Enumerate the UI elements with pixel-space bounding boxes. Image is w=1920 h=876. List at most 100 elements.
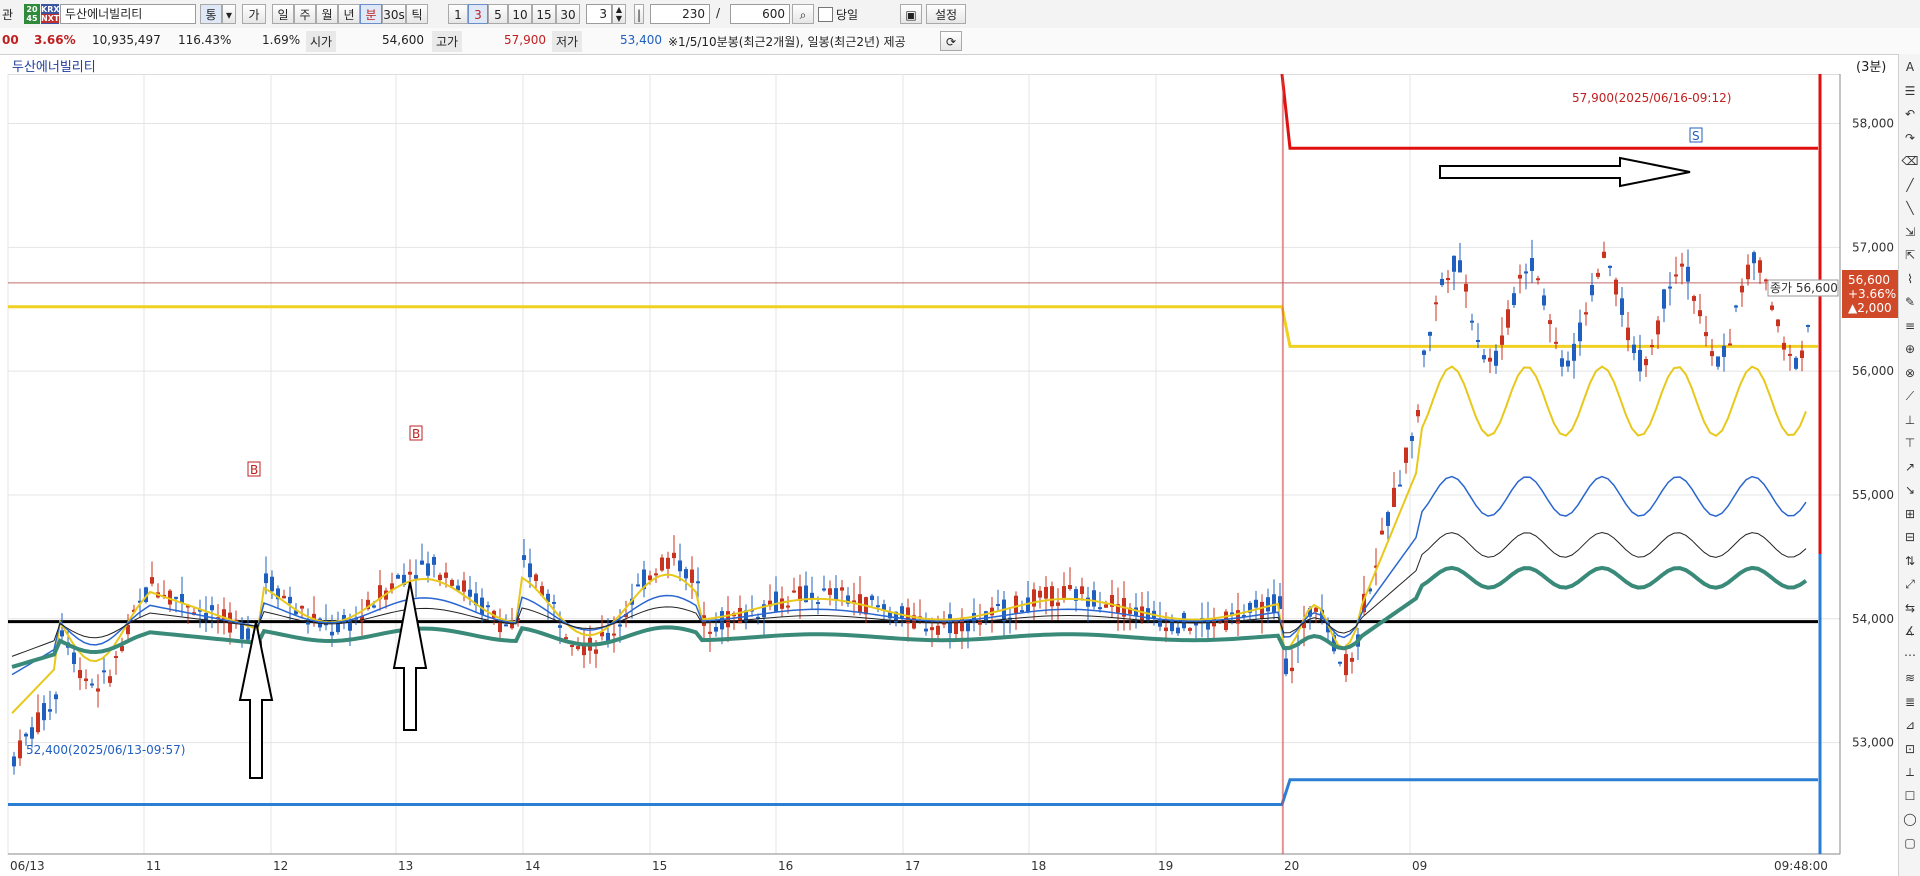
- count-input[interactable]: 3: [586, 4, 612, 24]
- minute-option-10[interactable]: 10: [508, 4, 532, 24]
- drawing-tool-icon-9[interactable]: ⌇: [1901, 270, 1919, 288]
- today-checkbox[interactable]: [818, 7, 833, 22]
- drawing-tool-icon-12[interactable]: ⊕: [1901, 340, 1919, 358]
- candle-body-8: [60, 630, 64, 637]
- drawing-tool-icon-32[interactable]: ◯: [1901, 810, 1919, 828]
- drawing-tool-icon-8[interactable]: ⇱: [1901, 246, 1919, 264]
- candle-body-238: [1440, 278, 1444, 286]
- plot-area: [7, 74, 1841, 855]
- candle-body-240: [1452, 255, 1456, 272]
- divider-button[interactable]: |: [634, 4, 644, 24]
- candle-body-286: [1728, 343, 1732, 346]
- drawing-tool-icon-30[interactable]: ⟂: [1901, 763, 1919, 781]
- drawing-tool-icon-26[interactable]: ≋: [1901, 669, 1919, 687]
- drawing-tool-icon-24[interactable]: ∡: [1901, 622, 1919, 640]
- drawing-tool-icon-33[interactable]: ▢: [1901, 834, 1919, 852]
- candle-body-296: [1788, 353, 1792, 356]
- x-tick-label-6: 16: [778, 859, 793, 873]
- drawing-tool-icon-7[interactable]: ⇲: [1901, 223, 1919, 241]
- candle-body-279: [1686, 266, 1690, 282]
- period-tab-3[interactable]: 년: [338, 4, 360, 24]
- spin-up-icon: ▲: [615, 5, 623, 14]
- period-tab-6[interactable]: 틱: [406, 4, 428, 24]
- drawing-tool-icon-2[interactable]: ↶: [1901, 105, 1919, 123]
- refresh-button[interactable]: ⟳: [940, 31, 962, 51]
- open-label: 시가: [306, 31, 337, 52]
- mode-dropdown-button[interactable]: ▾: [222, 4, 236, 24]
- candle-body-100: [612, 633, 616, 636]
- range-end-input[interactable]: 600: [730, 4, 790, 24]
- candle-body-82: [504, 624, 508, 627]
- period-tab-0[interactable]: 일: [272, 4, 294, 24]
- candle-body-293: [1770, 305, 1774, 310]
- drawing-tool-icon-28[interactable]: ⊿: [1901, 716, 1919, 734]
- drawing-tool-icon-17[interactable]: ↗: [1901, 458, 1919, 476]
- drawing-tool-icon-6[interactable]: ╲: [1901, 199, 1919, 217]
- drawing-tool-icon-23[interactable]: ⇆: [1901, 599, 1919, 617]
- save-button[interactable]: ▣: [900, 4, 922, 24]
- candle-body-173: [1050, 586, 1054, 607]
- candle-body-45: [282, 595, 286, 599]
- change-pct: 3.66%: [34, 33, 76, 47]
- candle-body-233: [1410, 435, 1414, 442]
- candle-body-217: [1314, 607, 1318, 612]
- minute-option-5[interactable]: 5: [488, 4, 508, 24]
- drawing-tool-icon-11[interactable]: ≡: [1901, 317, 1919, 335]
- minute-option-30[interactable]: 30: [556, 4, 580, 24]
- candle-body-236: [1428, 331, 1432, 336]
- drawing-tool-icon-20[interactable]: ⊟: [1901, 528, 1919, 546]
- drawing-tool-icon-5[interactable]: ╱: [1901, 176, 1919, 194]
- drawing-tool-icon-27[interactable]: ≣: [1901, 693, 1919, 711]
- zoom-search-button[interactable]: ⌕: [792, 4, 814, 24]
- settings-button[interactable]: 설정: [926, 4, 966, 24]
- buy-marker-2: B: [412, 427, 420, 441]
- mode-button[interactable]: 통: [200, 4, 222, 24]
- exchange-badge[interactable]: KRX NXT: [41, 4, 60, 24]
- candle-body-64: [396, 574, 400, 579]
- candle-body-276: [1668, 286, 1672, 289]
- minute-option-3[interactable]: 3: [468, 4, 488, 24]
- drawing-tool-icon-13[interactable]: ⊗: [1901, 364, 1919, 382]
- drawing-tool-icon-22[interactable]: ⤢: [1901, 575, 1919, 593]
- period-tab-1[interactable]: 주: [294, 4, 316, 24]
- period-tab-4[interactable]: 분: [360, 4, 382, 24]
- candle-body-104: [636, 584, 640, 587]
- drawing-tool-icon-0[interactable]: A: [1901, 58, 1919, 76]
- drawing-tool-icon-15[interactable]: ⊥: [1901, 411, 1919, 429]
- price-chart[interactable]: 58,000 57,000 56,000 55,000 54,000 53,000 06/1…: [0, 74, 1898, 876]
- stock-name-input[interactable]: 두산에너빌리티: [60, 4, 196, 24]
- candle-body-11: [78, 670, 82, 679]
- candle-body-193: [1170, 619, 1174, 632]
- drawing-tool-icon-25[interactable]: ⋯: [1901, 646, 1919, 664]
- count-spinner[interactable]: ▲ ▼: [612, 4, 626, 24]
- candle-body-94: [576, 646, 580, 650]
- range-start-input[interactable]: 230: [650, 4, 710, 24]
- candle-body-188: [1140, 606, 1144, 622]
- period-tab-2[interactable]: 월: [316, 4, 338, 24]
- drawing-tool-icon-14[interactable]: ⟋: [1901, 387, 1919, 405]
- minute-option-15[interactable]: 15: [532, 4, 556, 24]
- drawing-tool-icon-18[interactable]: ↘: [1901, 481, 1919, 499]
- drawing-tool-icon-4[interactable]: ⌫: [1901, 152, 1919, 170]
- drawing-tool-icon-3[interactable]: ↷: [1901, 129, 1919, 147]
- drawing-tool-icon-10[interactable]: ✎: [1901, 293, 1919, 311]
- drawing-tool-icon-21[interactable]: ⇅: [1901, 552, 1919, 570]
- candle-body-241: [1458, 260, 1462, 273]
- drawing-tool-icon-16[interactable]: ⊤: [1901, 434, 1919, 452]
- candle-body-282: [1704, 332, 1708, 337]
- minute-option-1[interactable]: 1: [448, 4, 468, 24]
- candle-body-169: [1026, 597, 1030, 613]
- candle-body-192: [1164, 627, 1168, 632]
- period-tab-5[interactable]: 30s: [382, 4, 406, 24]
- drawing-tool-icon-1[interactable]: ☰: [1901, 82, 1919, 100]
- price-button[interactable]: 가: [242, 4, 266, 24]
- drawing-tool-icon-29[interactable]: ⊡: [1901, 740, 1919, 758]
- candle-body-259: [1566, 360, 1570, 367]
- drawing-tool-icon-31[interactable]: ☐: [1901, 787, 1919, 805]
- today-checkbox-label: 당일: [836, 8, 859, 22]
- candle-body-246: [1488, 357, 1492, 362]
- market-badge[interactable]: 20 45: [24, 4, 40, 24]
- drawing-tool-icon-19[interactable]: ⊞: [1901, 505, 1919, 523]
- candle-body-272: [1644, 359, 1648, 366]
- high-label: 고가: [432, 31, 463, 52]
